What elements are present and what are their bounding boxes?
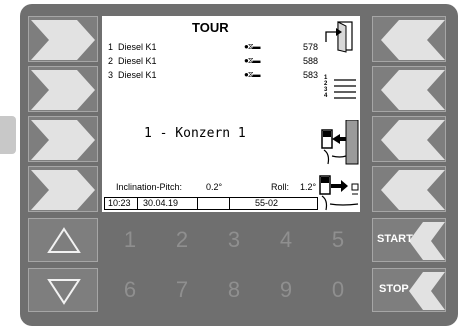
key-2[interactable]: 2 bbox=[162, 219, 202, 261]
chevron-left-icon bbox=[381, 170, 445, 210]
chevron-left-icon bbox=[381, 20, 445, 60]
stop-button[interactable]: STOP bbox=[372, 268, 446, 312]
row-value: 583 bbox=[302, 70, 318, 80]
side-tab bbox=[0, 116, 16, 154]
key-0[interactable]: 0 bbox=[318, 269, 358, 311]
truck-entry-icon[interactable] bbox=[320, 119, 360, 166]
key-7[interactable]: 7 bbox=[162, 269, 202, 311]
status-symbol-icon: ●⧖▬ bbox=[244, 70, 260, 79]
row-index: 2 bbox=[108, 56, 114, 66]
list-icon[interactable]: 1 2 3 4 bbox=[324, 60, 358, 104]
display-screen: TOUR 1 Diesel K1 ●⧖▬ 578 2 Diesel K1 ●⧖▬… bbox=[102, 16, 360, 212]
tour-row[interactable]: 1 Diesel K1 ●⧖▬ 578 bbox=[108, 42, 318, 54]
softkey-right-1[interactable] bbox=[372, 16, 446, 62]
number-row-bottom: 6 7 8 9 0 bbox=[110, 269, 360, 311]
softkey-left-4[interactable] bbox=[28, 166, 98, 212]
row-value: 578 bbox=[302, 42, 318, 52]
status-symbol-icon: ●⧖▬ bbox=[244, 56, 260, 65]
status-time: 10:23 bbox=[108, 198, 131, 208]
key-9[interactable]: 9 bbox=[266, 269, 306, 311]
key-4[interactable]: 4 bbox=[266, 219, 306, 261]
start-label: START bbox=[377, 233, 413, 245]
screen-title: TOUR bbox=[192, 20, 229, 35]
start-button[interactable]: START bbox=[372, 218, 446, 262]
inclination-readout: Inclination-Pitch: 0.2° Roll: 1.2° bbox=[116, 182, 316, 194]
chevron-right-icon bbox=[31, 170, 95, 210]
chevron-right-icon bbox=[31, 20, 95, 60]
key-6[interactable]: 6 bbox=[110, 269, 150, 311]
softkey-left-3[interactable] bbox=[28, 116, 98, 162]
number-row-top: 1 2 3 4 5 bbox=[110, 219, 360, 261]
chevron-left-icon bbox=[381, 120, 445, 160]
row-index: 3 bbox=[108, 70, 114, 80]
chevron-left-icon bbox=[381, 70, 445, 110]
status-code: 55-02 bbox=[255, 198, 279, 208]
softkey-right-2[interactable] bbox=[372, 66, 446, 112]
key-3[interactable]: 3 bbox=[214, 219, 254, 261]
key-5[interactable]: 5 bbox=[318, 219, 358, 261]
row-value: 588 bbox=[302, 56, 318, 66]
pitch-label: Inclination-Pitch: bbox=[116, 182, 183, 192]
roll-value: 1.2° bbox=[300, 182, 317, 192]
truck-exit-icon[interactable] bbox=[318, 170, 360, 212]
down-button[interactable] bbox=[28, 268, 98, 312]
row-index: 1 bbox=[108, 42, 114, 52]
softkey-right-4[interactable] bbox=[372, 166, 446, 212]
list-digit: 4 bbox=[324, 93, 328, 99]
softkey-left-1[interactable] bbox=[28, 16, 98, 62]
row-product: Diesel K1 bbox=[118, 56, 157, 66]
softkey-right-3[interactable] bbox=[372, 116, 446, 162]
row-product: Diesel K1 bbox=[118, 70, 157, 80]
stop-label: STOP bbox=[379, 283, 409, 295]
status-date: 30.04.19 bbox=[143, 198, 179, 208]
tour-row[interactable]: 3 Diesel K1 ●⧖▬ 583 bbox=[108, 70, 318, 82]
status-bar: 10:23 30.04.19 55-02 bbox=[104, 197, 318, 210]
row-product: Diesel K1 bbox=[118, 42, 157, 52]
status-symbol-icon: ●⧖▬ bbox=[244, 42, 260, 51]
chevron-right-icon bbox=[31, 70, 95, 110]
tour-row[interactable]: 2 Diesel K1 ●⧖▬ 588 bbox=[108, 56, 318, 68]
key-8[interactable]: 8 bbox=[214, 269, 254, 311]
exit-door-icon[interactable] bbox=[322, 20, 358, 54]
triangle-down-icon bbox=[47, 279, 81, 305]
customer-label: 1 - Konzern 1 bbox=[144, 126, 246, 141]
roll-label: Roll: bbox=[271, 182, 290, 192]
chevron-right-icon bbox=[31, 120, 95, 160]
softkey-left-2[interactable] bbox=[28, 66, 98, 112]
key-1[interactable]: 1 bbox=[110, 219, 150, 261]
up-button[interactable] bbox=[28, 218, 98, 262]
triangle-up-icon bbox=[47, 227, 81, 253]
pitch-value: 0.2° bbox=[206, 182, 223, 192]
